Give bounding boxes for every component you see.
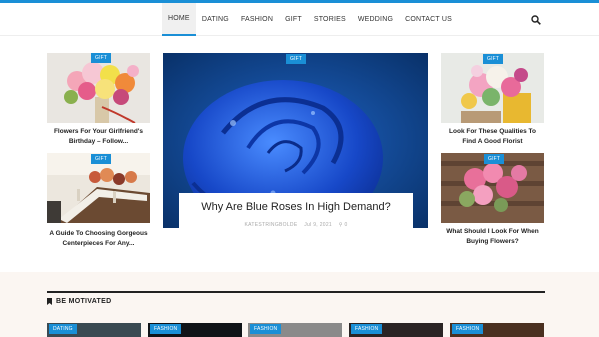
card-title-florist[interactable]: Look For These Qualities To Find A Good … <box>443 127 542 147</box>
category-badge[interactable]: FASHION <box>351 324 383 334</box>
hero-meta: KATESTRINGBOLDE Jul 9, 2021 ⚲ 0 <box>179 222 413 228</box>
category-badge[interactable]: DATING <box>49 324 77 334</box>
hero-comment-count[interactable]: 0 <box>344 222 347 228</box>
section-divider <box>47 291 545 293</box>
category-badge[interactable]: GIFT <box>484 154 505 164</box>
post-thumbnail[interactable]: FASHION <box>248 323 342 337</box>
category-badge[interactable]: FASHION <box>250 324 282 334</box>
nav-item-contact-us[interactable]: CONTACT US <box>399 3 458 36</box>
hero-title[interactable]: Why Are Blue Roses In High Demand? <box>179 201 413 213</box>
main-navigation: HOME DATING FASHION GIFT STORIES WEDDING… <box>0 3 599 36</box>
category-badge[interactable]: GIFT <box>91 154 112 164</box>
hero-caption-box: Why Are Blue Roses In High Demand? KATES… <box>179 193 413 237</box>
nav-item-dating[interactable]: DATING <box>196 3 235 36</box>
comment-icon: ⚲ <box>338 222 343 228</box>
card-title-centerpieces[interactable]: A Guide To Choosing Gorgeous Centerpiece… <box>49 229 148 249</box>
hero-date: Jul 9, 2021 <box>304 222 333 228</box>
section-heading: BE MOTIVATED <box>47 298 111 305</box>
post-thumbnail[interactable]: FASHION <box>349 323 443 337</box>
category-badge[interactable]: FASHION <box>452 324 484 334</box>
post-thumbnail[interactable]: FASHION <box>450 323 544 337</box>
category-badge[interactable]: GIFT <box>91 53 112 63</box>
card-title-buying-flowers[interactable]: What Should I Look For When Buying Flowe… <box>443 227 542 247</box>
card-image-flowers-girlfriend[interactable] <box>47 53 150 123</box>
hero-author[interactable]: KATESTRINGBOLDE <box>244 222 297 228</box>
category-badge[interactable]: GIFT <box>483 54 504 64</box>
nav-item-gift[interactable]: GIFT <box>279 3 308 36</box>
post-thumbnail[interactable]: DATING <box>47 323 141 337</box>
nav-item-wedding[interactable]: WEDDING <box>352 3 399 36</box>
post-thumbnail[interactable]: FASHION <box>148 323 242 337</box>
bookmark-icon <box>47 298 52 305</box>
nav-item-stories[interactable]: STORIES <box>308 3 352 36</box>
search-icon[interactable] <box>531 15 541 25</box>
section-heading-label: BE MOTIVATED <box>56 298 112 305</box>
card-title-flowers-girlfriend[interactable]: Flowers For Your Girlfriend's Birthday –… <box>49 127 148 147</box>
category-badge[interactable]: FASHION <box>150 324 182 334</box>
flower-bouquet-image <box>47 53 150 123</box>
nav-item-home[interactable]: HOME <box>162 3 196 36</box>
nav-menu: HOME DATING FASHION GIFT STORIES WEDDING… <box>162 3 458 36</box>
category-badge[interactable]: GIFT <box>286 54 307 64</box>
nav-item-fashion[interactable]: FASHION <box>235 3 279 36</box>
